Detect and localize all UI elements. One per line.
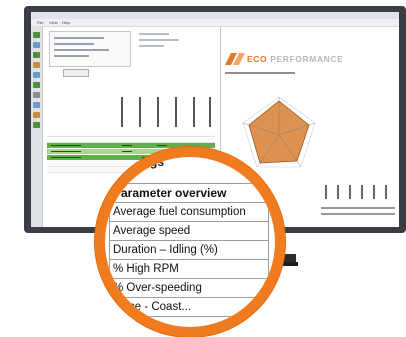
toolbar-icon[interactable] [33,92,40,98]
summary-row [321,213,395,215]
parameter-row[interactable]: ...nce - Coast... [109,297,269,317]
toolbar-icon[interactable] [33,102,40,108]
toolbar-icon[interactable] [33,112,40,118]
parameter-overview-table: Parameter overview Average fuel consumpt… [109,183,269,317]
toolbar-icon[interactable] [33,72,40,78]
filter-line [54,55,89,57]
toolbar-icon[interactable] [33,62,40,68]
cell-mark [122,151,132,152]
summary-column [361,185,363,199]
summary-column [349,185,351,199]
menu-help[interactable]: Help [62,20,70,25]
cell-mark [51,145,81,146]
toolbar-icon[interactable] [33,42,40,48]
column-header [121,97,123,127]
filter-line [54,49,109,51]
cell-mark [122,145,132,146]
magnified-heading-fragment: gs [150,155,165,169]
column-header [193,97,195,127]
summary-table [321,185,395,225]
table-row[interactable]: Average speed [109,221,269,241]
eco-logo-icon [225,53,245,65]
cell-mark [157,145,167,146]
magnifier-content: gs Parameter overview Average fuel consu… [105,157,275,327]
side-line [139,45,164,47]
parameter-row[interactable]: % High RPM [109,259,269,279]
cell-mark [51,151,81,152]
table-row[interactable]: ...nce - Coast... [109,297,269,317]
column-header [175,97,177,127]
toolbar-icon[interactable] [33,122,40,128]
parameter-row[interactable]: Average speed [109,221,269,241]
apply-button[interactable] [63,69,89,77]
summary-column [373,185,375,199]
cell-mark [51,157,81,158]
table-row[interactable]: Average fuel consumption [109,202,269,222]
column-header [209,97,211,127]
parameter-row[interactable]: % Over-speeding [109,278,269,298]
report-subtitle [225,72,295,74]
column-header [157,97,159,127]
summary-row [321,207,395,209]
filter-box[interactable] [49,31,131,67]
brand-eco: ECO [247,54,268,64]
magnifier-callout: gs Parameter overview Average fuel consu… [95,147,285,337]
side-list [139,31,199,71]
parameter-row[interactable]: Average fuel consumption [109,202,269,222]
toolbar-icon[interactable] [33,82,40,88]
toolbar-icon[interactable] [33,52,40,58]
left-toolbar [31,26,43,227]
menu-file[interactable]: File [37,20,43,25]
side-line [139,39,179,41]
summary-column [325,185,327,199]
menu-bar: File View Help [31,19,399,27]
report-brand-title: ECO PERFORMANCE [247,54,343,64]
filter-line [54,43,94,45]
brand-performance: PERFORMANCE [267,54,344,64]
table-header-row: Parameter overview [109,183,269,203]
summary-column [385,185,387,199]
summary-column [337,185,339,199]
table-row[interactable]: % Over-speeding [109,278,269,298]
menu-view[interactable]: View [49,20,58,25]
parameter-row[interactable]: Duration – Idling (%) [109,240,269,260]
column-header [139,97,141,127]
side-line [139,33,169,35]
toolbar-icon[interactable] [33,32,40,38]
parameter-overview-header: Parameter overview [109,183,269,203]
table-row[interactable]: % High RPM [109,259,269,279]
table-row[interactable]: Duration – Idling (%) [109,240,269,260]
filter-line [54,37,104,39]
